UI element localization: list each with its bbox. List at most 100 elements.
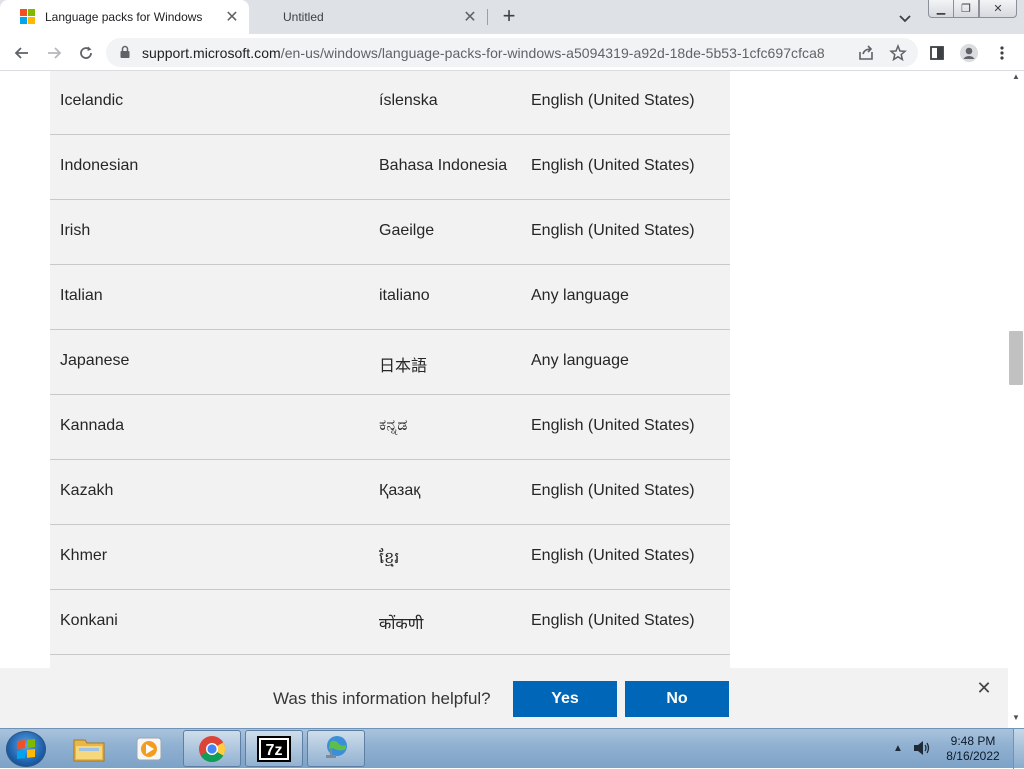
tab-title: Untitled (283, 10, 324, 24)
base-language: English (United States) (531, 157, 695, 174)
url-path: /en-us/windows/language-packs-for-window… (280, 45, 825, 61)
tab-title: Language packs for Windows (45, 10, 203, 24)
taskbar-7zip[interactable]: 7z (245, 730, 303, 767)
page-scrollbar[interactable]: ▲ ▼ (1008, 71, 1024, 728)
volume-icon[interactable] (912, 739, 932, 757)
language-native-name: ខ្មែរ (379, 550, 400, 567)
feedback-no-button[interactable]: No (625, 681, 729, 717)
back-button[interactable] (9, 40, 35, 66)
language-native-name: íslenska (379, 92, 438, 109)
clock-date: 8/16/2022 (946, 749, 1000, 763)
language-native-name: कोंकणी (379, 616, 424, 633)
reload-button[interactable] (73, 40, 99, 66)
side-panel-button[interactable] (924, 40, 950, 66)
new-tab-button[interactable]: + (498, 5, 520, 28)
clock-time: 9:48 PM (950, 734, 996, 748)
media-player-icon (136, 737, 162, 760)
system-clock[interactable]: 9:48 PM 8/16/2022 (940, 734, 1006, 764)
windows-explorer-icon (73, 739, 105, 761)
language-native-name: Gaeilge (379, 222, 435, 239)
language-packs-table: Icelandic íslenska English (United State… (50, 71, 730, 668)
side-panel-icon (930, 46, 944, 60)
feedback-bar: Was this information helpful? Yes No ✕ (0, 668, 1008, 728)
language-name: Icelandic (60, 92, 124, 109)
base-language: English (United States) (531, 417, 695, 434)
browser-tab-strip: Language packs for Windows ✕ Untitled ✕ … (0, 0, 1024, 34)
language-native-name: ಕನ್ನಡ (379, 417, 408, 434)
language-native-name: Қазақ (379, 482, 421, 499)
base-language: English (United States) (531, 547, 695, 564)
7zip-icon: 7z (257, 735, 291, 762)
language-native-name: 日本語 (379, 358, 428, 375)
language-native-name: Bahasa Indonesia (379, 157, 508, 174)
taskbar-media-player[interactable] (120, 730, 178, 767)
taskbar-network-app[interactable] (307, 730, 365, 767)
tab-language-packs[interactable]: Language packs for Windows ✕ (0, 0, 249, 34)
scroll-down-arrow-icon[interactable]: ▼ (1012, 714, 1020, 722)
menu-button[interactable] (989, 40, 1015, 66)
address-bar[interactable]: support.microsoft.com/en-us/windows/lang… (106, 38, 918, 67)
windows-logo-icon (17, 739, 35, 759)
url-text[interactable]: support.microsoft.com/en-us/windows/lang… (142, 45, 825, 61)
tab-untitled[interactable]: Untitled ✕ (249, 0, 487, 34)
taskbar-windows-explorer[interactable] (60, 730, 118, 767)
table-row: Irish Gaeilge English (United States) (50, 200, 730, 265)
language-name: Irish (60, 222, 91, 239)
bookmark-star-icon[interactable] (889, 44, 907, 62)
close-feedback-icon[interactable]: ✕ (975, 679, 993, 697)
url-host: support.microsoft.com (142, 45, 281, 61)
profile-avatar-icon (960, 44, 978, 62)
restore-button[interactable]: ❐ (953, 0, 979, 18)
language-name: Konkani (60, 612, 118, 629)
table-row: Konkani कोंकणी English (United States) (50, 590, 730, 655)
show-hidden-icons-icon[interactable]: ▲ (893, 743, 903, 754)
svg-text:7z: 7z (266, 742, 283, 759)
windows-taskbar: 7z ▲ 9:48 PM 8/16/2022 (0, 728, 1024, 769)
table-row: Khmer ខ្មែរ English (United States) (50, 525, 730, 590)
reload-icon (80, 46, 92, 59)
table-row: Japanese 日本語 Any language (50, 330, 730, 395)
table-row: Icelandic íslenska English (United State… (50, 71, 730, 135)
table-row: Indonesian Bahasa Indonesia English (Uni… (50, 135, 730, 200)
language-name: Indonesian (60, 157, 139, 174)
show-desktop-button[interactable] (1013, 729, 1024, 769)
web-page-content: Icelandic íslenska English (United State… (0, 71, 1008, 668)
forward-button[interactable] (41, 40, 67, 66)
tab-search-chevron-icon[interactable] (896, 9, 914, 27)
profile-button[interactable] (956, 40, 982, 66)
base-language: English (United States) (531, 482, 695, 499)
taskbar-chrome[interactable] (183, 730, 241, 767)
close-tab-icon[interactable]: ✕ (223, 8, 241, 26)
lock-icon[interactable] (118, 45, 132, 59)
minimize-button[interactable]: ▁ (928, 0, 954, 18)
scroll-up-arrow-icon[interactable]: ▲ (1012, 73, 1020, 81)
base-language: English (United States) (531, 222, 695, 239)
kebab-menu-icon (1000, 46, 1004, 60)
back-arrow-icon (14, 47, 28, 59)
network-globe-icon (326, 735, 347, 758)
chrome-icon (199, 735, 226, 762)
base-language: English (United States) (531, 612, 695, 629)
language-name: Italian (60, 287, 103, 304)
feedback-question: Was this information helpful? (273, 689, 491, 708)
forward-arrow-icon (48, 47, 62, 59)
base-language: English (United States) (531, 92, 695, 109)
microsoft-logo-icon (20, 9, 36, 25)
close-window-button[interactable]: ✕ (979, 0, 1017, 18)
close-tab-icon[interactable]: ✕ (461, 8, 479, 26)
table-row: Kannada ಕನ್ನಡ English (United States) (50, 395, 730, 460)
language-name: Kannada (60, 417, 125, 434)
base-language: Any language (531, 352, 629, 369)
language-native-name: italiano (379, 287, 430, 304)
start-button[interactable] (6, 731, 46, 767)
scrollbar-thumb[interactable] (1009, 331, 1023, 385)
browser-toolbar: support.microsoft.com/en-us/windows/lang… (0, 34, 1024, 71)
tab-divider (487, 9, 488, 25)
table-row: Italian italiano Any language (50, 265, 730, 330)
language-name: Japanese (60, 352, 130, 369)
table-row: Kazakh Қазақ English (United States) (50, 460, 730, 525)
language-name: Kazakh (60, 482, 114, 499)
feedback-yes-button[interactable]: Yes (513, 681, 617, 717)
share-icon[interactable] (857, 44, 875, 62)
base-language: Any language (531, 287, 629, 304)
